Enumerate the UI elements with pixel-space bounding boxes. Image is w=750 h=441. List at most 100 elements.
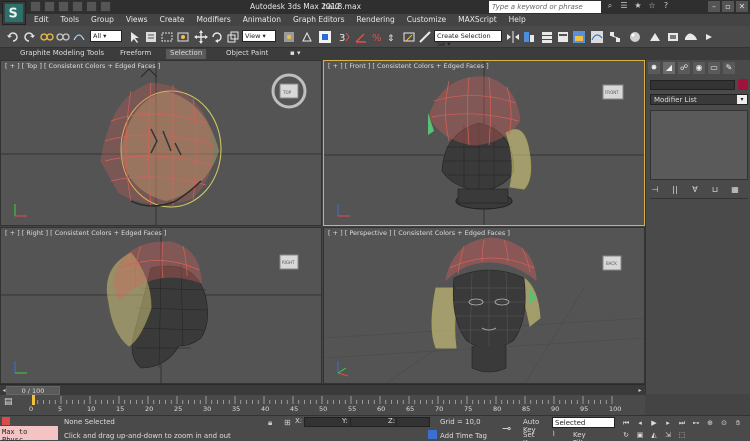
key-icon[interactable]: ⊸	[502, 422, 511, 435]
go-to-end-icon[interactable]: ⏭︎	[676, 418, 688, 428]
auto-key-button[interactable]: Auto Key	[522, 417, 550, 434]
track-bar[interactable]: ▤ 0 5 10 15 20 25 30 35 40 45 50 55 60 65 70 75 80 85 90 95…	[0, 395, 645, 415]
viewport-perspective[interactable]: [ + ] [ Perspective ] [ Consistent Color…	[323, 227, 645, 384]
unlink-selection-icon[interactable]	[56, 30, 70, 44]
favorites-icon[interactable]: ☆	[647, 1, 657, 11]
tab-selection[interactable]: Selection	[166, 49, 206, 59]
field-of-view-icon[interactable]: ◭	[648, 430, 660, 440]
create-tab-icon[interactable]: ✸	[648, 62, 660, 74]
walkthrough-icon[interactable]: ⇲	[662, 430, 674, 440]
modify-tab-icon[interactable]: ◢	[663, 62, 675, 74]
rectangular-selection-icon[interactable]	[160, 30, 174, 44]
app-logo-button[interactable]: S	[2, 1, 26, 25]
menu-group[interactable]: Group	[85, 14, 120, 26]
select-object-icon[interactable]	[128, 30, 142, 44]
maximize-button[interactable]: ▫	[722, 1, 734, 12]
menu-graph-editors[interactable]: Graph Editors	[287, 14, 351, 26]
key-mode-select[interactable]: Selected	[552, 417, 615, 428]
motion-tab-icon[interactable]: ◉	[693, 62, 705, 74]
open-file-icon[interactable]	[44, 1, 55, 12]
menu-tools[interactable]: Tools	[55, 14, 85, 26]
project-folder-icon[interactable]	[100, 1, 111, 12]
subscription-icon[interactable]: ☰	[619, 1, 629, 11]
viewport-label[interactable]: [ + ] [ Top ] [ Consistent Colors + Edge…	[5, 62, 160, 70]
toolbar-overflow-icon[interactable]	[702, 30, 716, 44]
selection-filter-select[interactable]: All ▾	[90, 30, 122, 42]
lock-selection-icon[interactable]: 🔒︎	[268, 418, 272, 428]
communication-icon[interactable]: ★	[633, 1, 643, 11]
make-unique-icon[interactable]: ∀	[690, 185, 700, 195]
reference-coordinate-select[interactable]: View ▾	[242, 30, 276, 42]
redo-icon[interactable]	[86, 1, 97, 12]
help-icon[interactable]: ?	[661, 1, 671, 11]
menu-edit[interactable]: Edit	[28, 14, 55, 26]
select-and-rotate-icon[interactable]	[210, 30, 224, 44]
configure-modifier-sets-icon[interactable]: ▦	[730, 185, 740, 195]
render-production-icon[interactable]	[684, 30, 698, 44]
viewport-label[interactable]: [ + ] [ Front ] [ Consistent Colors + Ed…	[328, 62, 489, 70]
time-slider[interactable]: ◂ 0 / 100 ▸	[0, 384, 645, 395]
modifier-stack[interactable]	[650, 110, 748, 180]
viewport-front[interactable]: [ + ] [ Front ] [ Consistent Colors + Ed…	[323, 60, 645, 226]
zoom-icon[interactable]: ⊕	[704, 418, 716, 428]
close-button[interactable]: ✕	[736, 1, 748, 12]
menu-modifiers[interactable]: Modifiers	[191, 14, 237, 26]
menu-help[interactable]: Help	[503, 14, 532, 26]
select-and-scale-icon[interactable]	[226, 30, 240, 44]
display-tab-icon[interactable]: ▭	[708, 62, 720, 74]
menu-customize[interactable]: Customize	[401, 14, 452, 26]
previous-frame-icon[interactable]: ◂	[634, 418, 646, 428]
menu-animation[interactable]: Animation	[237, 14, 287, 26]
edit-tool-icon[interactable]	[418, 30, 432, 44]
minimize-button[interactable]: –	[708, 1, 720, 12]
align-icon[interactable]	[522, 30, 536, 44]
graphite-modeling-toggle-icon[interactable]	[572, 30, 586, 44]
set-key-button[interactable]: Set Key	[522, 430, 550, 441]
object-name-field[interactable]	[650, 80, 735, 90]
snaps-toggle-icon[interactable]: 3	[338, 30, 352, 44]
zoom-extents-icon[interactable]: ▣	[634, 430, 646, 440]
key-mode-icon[interactable]: ⊷	[690, 418, 702, 428]
maxscript-listener-icon[interactable]	[2, 417, 10, 425]
undo-icon[interactable]	[6, 30, 20, 44]
pin-stack-icon[interactable]: ⊣	[650, 185, 660, 195]
modifier-list-dropdown[interactable]: Modifier List ▾	[650, 94, 748, 105]
play-icon[interactable]: ▶︎	[648, 418, 660, 428]
save-file-icon[interactable]	[58, 1, 69, 12]
menu-maxscript[interactable]: MAXScript	[452, 14, 503, 26]
track-bar-menu-icon[interactable]: ▤	[4, 397, 18, 409]
tab-object-paint[interactable]: Object Paint	[222, 49, 272, 59]
viewport-top[interactable]: [ + ] [ Top ] [ Consistent Colors + Edge…	[0, 60, 322, 226]
menu-create[interactable]: Create	[154, 14, 191, 26]
key-filters-button[interactable]: Key Filters...	[572, 430, 616, 441]
time-slider-thumb[interactable]: 0 / 100	[6, 386, 60, 395]
window-crossing-icon[interactable]	[176, 30, 190, 44]
schematic-view-icon[interactable]	[608, 30, 622, 44]
select-and-move-icon[interactable]	[194, 30, 208, 44]
viewport-label[interactable]: [ + ] [ Perspective ] [ Consistent Color…	[328, 229, 510, 237]
select-and-link-icon[interactable]	[40, 30, 54, 44]
edit-named-selection-icon[interactable]	[402, 30, 416, 44]
next-frame-icon[interactable]: ▸	[662, 418, 674, 428]
curve-editor-icon[interactable]	[590, 30, 604, 44]
new-file-icon[interactable]	[30, 1, 41, 12]
undo-icon[interactable]	[72, 1, 83, 12]
menu-views[interactable]: Views	[120, 14, 154, 26]
go-to-start-icon[interactable]: ⏮︎	[620, 418, 632, 428]
percent-snap-icon[interactable]: %	[370, 30, 384, 44]
menu-rendering[interactable]: Rendering	[350, 14, 400, 26]
time-tag-icon[interactable]	[428, 430, 437, 439]
mirror-icon[interactable]	[506, 30, 520, 44]
search-input[interactable]: Type a keyword or phrase	[489, 1, 601, 13]
maximize-viewport-icon[interactable]: ⬚	[676, 430, 688, 440]
object-color-swatch[interactable]	[738, 79, 748, 90]
zoom-all-icon[interactable]: ⊙	[718, 418, 730, 428]
time-next-icon[interactable]: ▸	[636, 386, 644, 395]
select-by-name-icon[interactable]	[144, 30, 158, 44]
tab-freeform[interactable]: Freeform	[116, 49, 155, 59]
keyboard-shortcut-override-icon[interactable]	[318, 30, 332, 44]
manage-layers-icon[interactable]	[540, 30, 554, 44]
search-icon[interactable]: ⌕	[605, 1, 615, 11]
bind-space-warp-icon[interactable]	[72, 30, 86, 44]
redo-icon[interactable]	[22, 30, 36, 44]
